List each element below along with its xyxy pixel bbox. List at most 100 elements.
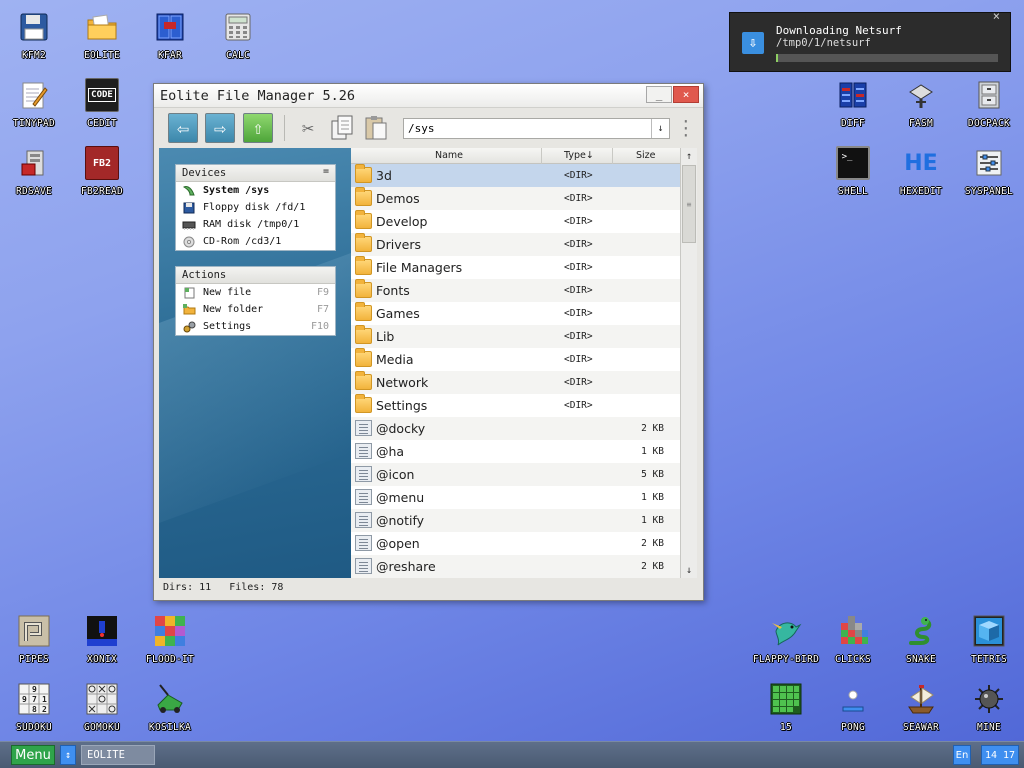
file-row[interactable]: @menu 1 KB xyxy=(351,486,680,509)
tetris-icon xyxy=(972,614,1006,648)
column-divider[interactable] xyxy=(541,148,542,164)
desktop-icon-clicks[interactable]: CLICKS xyxy=(819,614,887,678)
file-row[interactable]: @ha 1 KB xyxy=(351,440,680,463)
control-panel-icon xyxy=(972,146,1006,180)
arrow-down-icon: ↓ xyxy=(685,564,693,576)
clock[interactable]: 14 17 xyxy=(981,745,1019,765)
desktop-icon-pong[interactable]: PONG xyxy=(819,682,887,746)
file-row[interactable]: Lib <DIR> xyxy=(351,325,680,348)
file-type: <DIR> xyxy=(564,170,593,181)
desktop-icon-pipes[interactable]: PIPES xyxy=(0,614,68,678)
vertical-scrollbar[interactable]: ↑ ≡ ↓ xyxy=(680,148,697,578)
file-row[interactable]: @open 2 KB xyxy=(351,532,680,555)
desktop-icon-calc[interactable]: CALC xyxy=(204,10,272,74)
hex-editor-icon: HE xyxy=(904,146,938,180)
back-button[interactable]: ⇦ xyxy=(168,113,198,143)
file-row[interactable]: Demos <DIR> xyxy=(351,187,680,210)
desktop-icon-cedit[interactable]: CODE CEDIT xyxy=(68,78,136,142)
more-menu-button[interactable]: · · · xyxy=(681,114,691,144)
desktop-icon-fasm[interactable]: FASM xyxy=(887,78,955,142)
column-divider[interactable] xyxy=(612,148,613,164)
cut-button[interactable]: ✂ xyxy=(293,113,323,143)
fifteen-puzzle-icon xyxy=(769,682,803,716)
close-button[interactable]: × xyxy=(673,86,699,103)
file-row[interactable]: Fonts <DIR> xyxy=(351,279,680,302)
copy-button[interactable] xyxy=(327,113,357,143)
desktop-icon-snake[interactable]: SNAKE xyxy=(887,614,955,678)
action-new-folder[interactable]: New folder F7 xyxy=(176,301,335,318)
file-row[interactable]: Games <DIR> xyxy=(351,302,680,325)
path-dropdown-button[interactable]: ↓ xyxy=(651,119,669,138)
new-file-icon xyxy=(182,287,196,299)
file-type: <DIR> xyxy=(564,354,593,365)
file-row[interactable]: @icon 5 KB xyxy=(351,463,680,486)
desktop-icon-tinypad[interactable]: TINYPAD xyxy=(0,78,68,142)
desktop-icon-syspanel[interactable]: SYSPANEL xyxy=(955,146,1023,210)
desktop-icon-flood-it[interactable]: FLOOD-IT xyxy=(136,614,204,678)
device-item-system[interactable]: System /sys xyxy=(176,182,335,199)
scrollbar-thumb[interactable]: ≡ xyxy=(682,165,696,243)
action-settings[interactable]: Settings F10 xyxy=(176,318,335,335)
shortcut-key: F7 xyxy=(316,304,329,315)
desktop-icon-kosilka[interactable]: KOSILKA xyxy=(136,682,204,746)
file-row[interactable]: File Managers <DIR> xyxy=(351,256,680,279)
desktop-icon-docpack[interactable]: DOCPACK xyxy=(955,78,1023,142)
desktop-icon-sudoku[interactable]: 997182 SUDOKU xyxy=(0,682,68,746)
file-row[interactable]: Network <DIR> xyxy=(351,371,680,394)
desktop-icon-gomoku[interactable]: GOMOKU xyxy=(68,682,136,746)
download-notification[interactable]: ⇩ Downloading Netsurf /tmp0/1/netsurf × xyxy=(729,9,1011,72)
device-item-cdrom[interactable]: CD-Rom /cd3/1 xyxy=(176,233,335,250)
path-input[interactable]: /sys ↓ xyxy=(403,118,670,139)
file-row[interactable]: @notify 1 KB xyxy=(351,509,680,532)
notification-close-icon[interactable]: × xyxy=(993,9,1000,23)
actions-header[interactable]: Actions xyxy=(176,267,335,284)
column-header-name[interactable]: Name xyxy=(435,150,463,161)
copy-icon xyxy=(331,115,353,140)
desktop-icon-15[interactable]: 15 xyxy=(752,682,820,746)
file-row[interactable]: 3d <DIR> xyxy=(351,164,680,187)
file-row[interactable]: @docky 2 KB xyxy=(351,417,680,440)
desktop-icon-kfm2[interactable]: KFM2 xyxy=(0,10,68,74)
file-row[interactable]: Settings <DIR> xyxy=(351,394,680,417)
start-menu-button[interactable]: Menu xyxy=(11,745,55,765)
desktop-icon-fb2read[interactable]: FB2 FB2READ xyxy=(68,146,136,210)
desktop-icon-xonix[interactable]: XONIX xyxy=(68,614,136,678)
file-size: 2 KB xyxy=(641,561,664,572)
column-header-type[interactable]: Type↓ xyxy=(564,150,594,161)
minimize-button[interactable]: _ xyxy=(646,86,672,103)
file-row[interactable]: @reshare 2 KB xyxy=(351,555,680,578)
file-name: @notify xyxy=(376,513,425,528)
scroll-down-button[interactable]: ↓ xyxy=(681,562,697,578)
action-new-file[interactable]: New file F9 xyxy=(176,284,335,301)
folder-icon xyxy=(85,10,119,44)
snake-icon xyxy=(904,614,938,648)
desktop-icon-flappy-bird[interactable]: FLAPPY-BIRD xyxy=(752,614,820,678)
desktop-icon-shell[interactable]: >_ SHELL xyxy=(819,146,887,210)
up-folder-button[interactable]: ⇧ xyxy=(243,113,273,143)
collapse-icon[interactable]: = xyxy=(323,166,329,177)
scroll-up-button[interactable]: ↑ xyxy=(681,148,697,164)
folder-icon xyxy=(355,371,372,390)
desktop-icon-rdsave[interactable]: RDSAVE xyxy=(0,146,68,210)
desktop-icon-seawar[interactable]: SEAWAR xyxy=(887,682,955,746)
window-switcher-button[interactable]: ↕ xyxy=(60,745,76,765)
file-row[interactable]: Drivers <DIR> xyxy=(351,233,680,256)
device-item-floppy[interactable]: Floppy disk /fd/1 xyxy=(176,199,335,216)
forward-button[interactable]: ⇨ xyxy=(205,113,235,143)
desktop-icon-mine[interactable]: MINE xyxy=(955,682,1023,746)
desktop-icon-hexedit[interactable]: HE HEXEDIT xyxy=(887,146,955,210)
file-row[interactable]: Media <DIR> xyxy=(351,348,680,371)
desktop-icon-eolite[interactable]: EOLITE xyxy=(68,10,136,74)
desktop-icon-diff[interactable]: DIFF xyxy=(819,78,887,142)
desktop-icon-kfar[interactable]: KFAR xyxy=(136,10,204,74)
paste-button[interactable] xyxy=(361,113,391,143)
file-row[interactable]: Develop <DIR> xyxy=(351,210,680,233)
column-header-size[interactable]: Size xyxy=(636,150,656,161)
device-item-ramdisk[interactable]: RAM disk /tmp0/1 xyxy=(176,216,335,233)
devices-header[interactable]: Devices = xyxy=(176,165,335,182)
keyboard-layout-indicator[interactable]: En xyxy=(953,745,971,765)
desktop-icon-tetris[interactable]: TETRIS xyxy=(955,614,1023,678)
taskbar-item-eolite[interactable]: EOLITE xyxy=(81,745,155,765)
window-titlebar[interactable]: Eolite File Manager 5.26 _ × xyxy=(154,84,703,108)
file-name: Demos xyxy=(376,191,420,206)
